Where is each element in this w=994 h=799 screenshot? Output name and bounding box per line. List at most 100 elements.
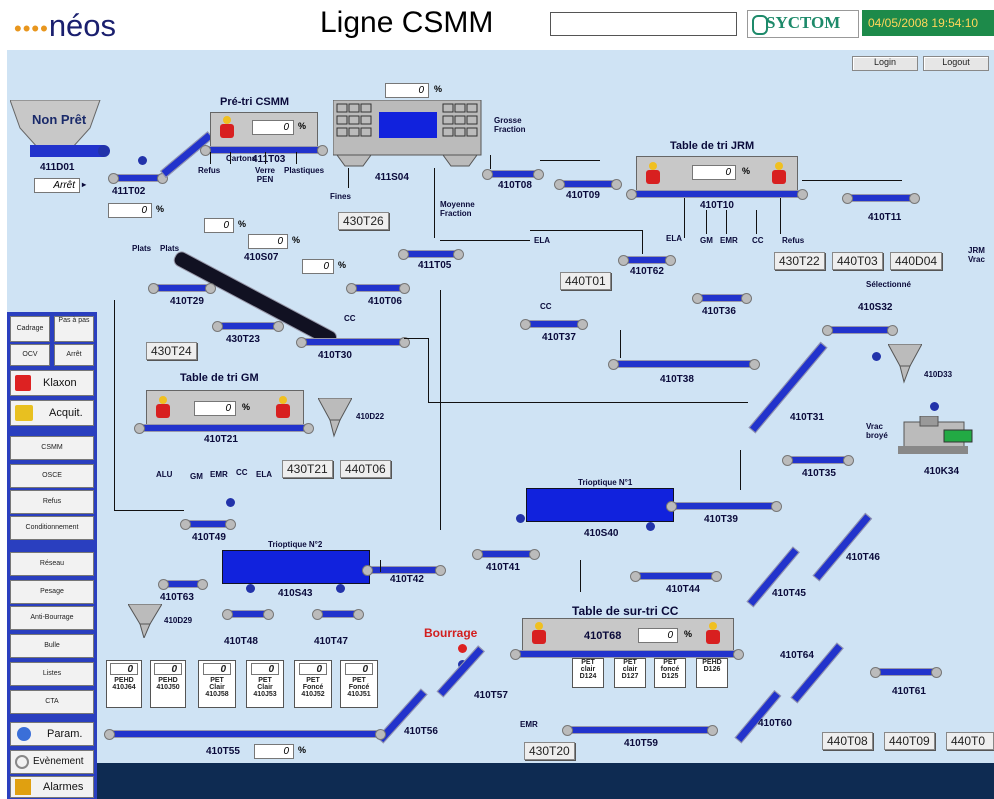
conveyor-410T29[interactable]: [148, 283, 216, 294]
title-field[interactable]: [550, 12, 737, 36]
conveyor-jrm[interactable]: [626, 189, 808, 200]
tag-440T0x[interactable]: 440T0: [946, 732, 994, 750]
conveyor-410T59[interactable]: [562, 725, 718, 736]
conveyor-411T02-pct[interactable]: 0: [108, 203, 152, 218]
conveyor-410T48[interactable]: [222, 609, 274, 620]
motor-icon: [336, 584, 345, 593]
conveyor-411T05[interactable]: [398, 249, 464, 260]
silo-410J58[interactable]: 0 PET Clair 410J58: [198, 660, 236, 708]
conveyor-410T06[interactable]: [346, 283, 410, 294]
feed-state-value[interactable]: Arrêt: [34, 178, 80, 193]
tag-430T22[interactable]: 430T22: [774, 252, 825, 270]
conveyor-410T21[interactable]: [134, 423, 314, 434]
conveyor-410S32[interactable]: [822, 325, 898, 336]
arret-button[interactable]: Arrêt: [54, 344, 94, 366]
nav-refus[interactable]: Refus: [10, 490, 94, 514]
alarmes-button[interactable]: Alarmes: [10, 776, 94, 798]
operator-icon: [772, 162, 786, 184]
silo-410J51[interactable]: 0 PET Foncé 410J51: [340, 660, 378, 708]
jrm-pct[interactable]: 0: [692, 165, 736, 180]
baler-icon: [898, 416, 973, 454]
conveyor-410T63[interactable]: [158, 579, 208, 590]
nav-listes[interactable]: Listes: [10, 662, 94, 686]
conveyor-410T42[interactable]: [362, 565, 446, 576]
pretri-title: Pré-tri CSMM: [220, 96, 290, 108]
separator-icon: [318, 398, 352, 438]
motor-icon: [516, 514, 525, 523]
page-title: Ligne CSMM: [320, 6, 494, 39]
nav-csmm[interactable]: CSMM: [10, 436, 94, 460]
conveyor-411T02[interactable]: [108, 173, 168, 184]
tag-440T08[interactable]: 440T08: [822, 732, 873, 750]
pretri-pct[interactable]: 0: [252, 120, 294, 135]
nav-pesage[interactable]: Pesage: [10, 580, 94, 604]
tag-430T26[interactable]: 430T26: [338, 212, 389, 230]
calibrage-button[interactable]: Cadrage: [10, 316, 50, 342]
tag-430T21[interactable]: 430T21: [282, 460, 333, 478]
conveyor-410T68[interactable]: [510, 649, 744, 660]
conveyor-410T55[interactable]: [104, 729, 386, 740]
conveyor-410T62[interactable]: [618, 255, 676, 266]
silo-410J53[interactable]: 0 PET Clair 410J53: [246, 660, 284, 708]
conveyor-410T09[interactable]: [554, 179, 622, 190]
nav-conditionnement[interactable]: Conditionnement: [10, 516, 94, 540]
silo-410J50[interactable]: 0 PEHD 410J50: [150, 660, 186, 708]
tag-440T09[interactable]: 440T09: [884, 732, 935, 750]
klaxon-button[interactable]: Klaxon: [10, 370, 94, 396]
pct-410S07-a[interactable]: 0: [248, 234, 288, 249]
evenement-button[interactable]: Evènement: [10, 750, 94, 774]
login-button[interactable]: Login: [852, 56, 918, 71]
conveyor-410T39[interactable]: [666, 501, 782, 512]
conveyor-410T30[interactable]: [296, 337, 410, 348]
conveyor-410T49[interactable]: [180, 519, 236, 530]
nav-reseau[interactable]: Réseau: [10, 552, 94, 576]
silo-410J52[interactable]: 0 PET Foncé 410J52: [294, 660, 332, 708]
conveyor-410T11[interactable]: [842, 193, 920, 204]
nav-cta[interactable]: CTA: [10, 690, 94, 714]
conveyor-410T36[interactable]: [692, 293, 752, 304]
conveyor-410T37[interactable]: [520, 319, 588, 330]
conveyor-410T08[interactable]: [482, 169, 544, 180]
motor-icon: [246, 584, 255, 593]
gm-pct[interactable]: 0: [194, 401, 236, 416]
trommel-pct[interactable]: 0: [385, 83, 429, 98]
tag-440T06[interactable]: 440T06: [340, 460, 391, 478]
motor-icon: [930, 402, 939, 411]
conveyor-430T23[interactable]: [212, 321, 284, 332]
tag-430T20[interactable]: 430T20: [524, 742, 575, 760]
motor-icon: [872, 352, 881, 361]
conveyor-410T41[interactable]: [472, 549, 540, 560]
conveyor-410T44[interactable]: [630, 571, 722, 582]
param-button[interactable]: Param.: [10, 722, 94, 746]
jrm-title: Table de tri JRM: [670, 140, 755, 152]
neos-logo: ••••néos: [14, 8, 117, 43]
tag-430T24[interactable]: 430T24: [146, 342, 197, 360]
conveyor-410T47[interactable]: [312, 609, 364, 620]
conveyor-411T03[interactable]: [200, 145, 328, 156]
ocv-button[interactable]: OCV: [10, 344, 50, 366]
logout-button[interactable]: Logout: [923, 56, 989, 71]
tag-440T03[interactable]: 440T03: [832, 252, 883, 270]
tag-440T01[interactable]: 440T01: [560, 272, 611, 290]
conveyor-410T38[interactable]: [608, 359, 760, 370]
conveyor-410T61[interactable]: [870, 667, 942, 678]
acquit-button[interactable]: Acquit.: [10, 400, 94, 426]
nav-bulle[interactable]: Bulle: [10, 634, 94, 658]
nav-osce[interactable]: OSCE: [10, 464, 94, 488]
trommel-icon[interactable]: [333, 100, 483, 168]
header-bar: ••••néos Ligne CSMM SYCTOM 04/05/2008 19…: [0, 0, 994, 50]
syctom-logo: SYCTOM: [747, 10, 859, 38]
operator-icon: [646, 162, 660, 184]
trioptique-1[interactable]: [526, 488, 674, 522]
surtri-pct[interactable]: 0: [638, 628, 678, 643]
bin-D127: PET clair D127: [614, 658, 646, 688]
pas-a-pas-button[interactable]: Pas à pas: [54, 316, 94, 342]
trioptique-2[interactable]: [222, 550, 370, 584]
pct-410T55[interactable]: 0: [254, 744, 294, 759]
tag-440D04[interactable]: 440D04: [890, 252, 943, 270]
conveyor-410T35[interactable]: [782, 455, 854, 466]
pct-410T29[interactable]: 0: [204, 218, 234, 233]
pct-410S07-b[interactable]: 0: [302, 259, 334, 274]
silo-410J64[interactable]: 0 PEHD 410J64: [106, 660, 142, 708]
nav-anti-bourrage[interactable]: Anti-Bourrage: [10, 606, 94, 630]
